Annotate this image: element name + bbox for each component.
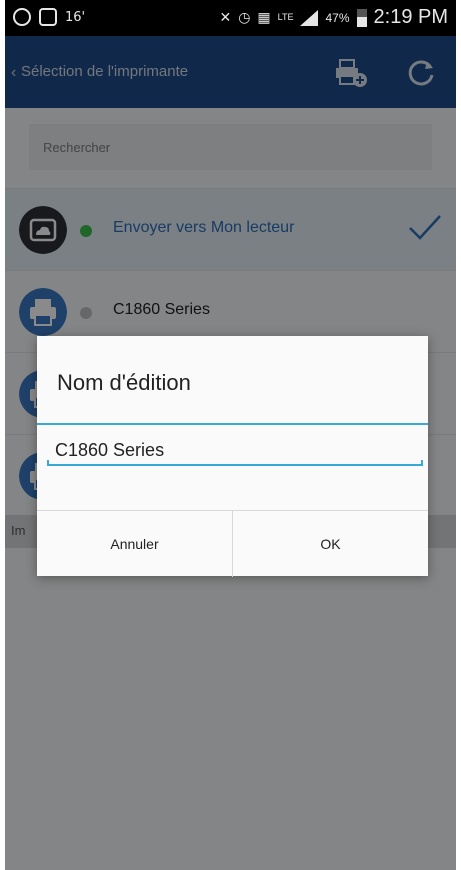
cancel-button[interactable]: Annuler [37,511,232,577]
download-notification-icon [39,8,57,26]
lte-indicator: LTE [277,12,294,22]
rename-dialog: Nom d'édition Annuler OK [37,336,428,577]
status-right: ✕ ◷ ▦ LTE 47% 2:19 PM [219,6,448,29]
notification-count: 16' [65,9,86,25]
dialog-title-divider [37,423,428,425]
data-icon: ▦ [257,9,271,25]
clock: 2:19 PM [373,6,448,28]
status-bar: 16' ✕ ◷ ▦ LTE 47% 2:19 PM [5,0,456,36]
battery-icon [356,8,367,27]
ok-button[interactable]: OK [232,511,428,577]
mute-icon: ✕ [219,9,232,25]
power-notification-icon [13,8,31,26]
dialog-title: Nom d'édition [57,370,191,395]
signal-icon [300,9,319,26]
phone-screen: 16' ✕ ◷ ▦ LTE 47% 2:19 PM ‹ Sélection de… [5,0,456,870]
printer-name-field[interactable] [49,432,416,468]
battery-percent: 47% [325,10,350,25]
dialog-buttons: Annuler OK [37,510,428,577]
status-left: 16' [13,8,85,26]
alarm-icon: ◷ [238,9,251,25]
input-underline [47,460,423,466]
